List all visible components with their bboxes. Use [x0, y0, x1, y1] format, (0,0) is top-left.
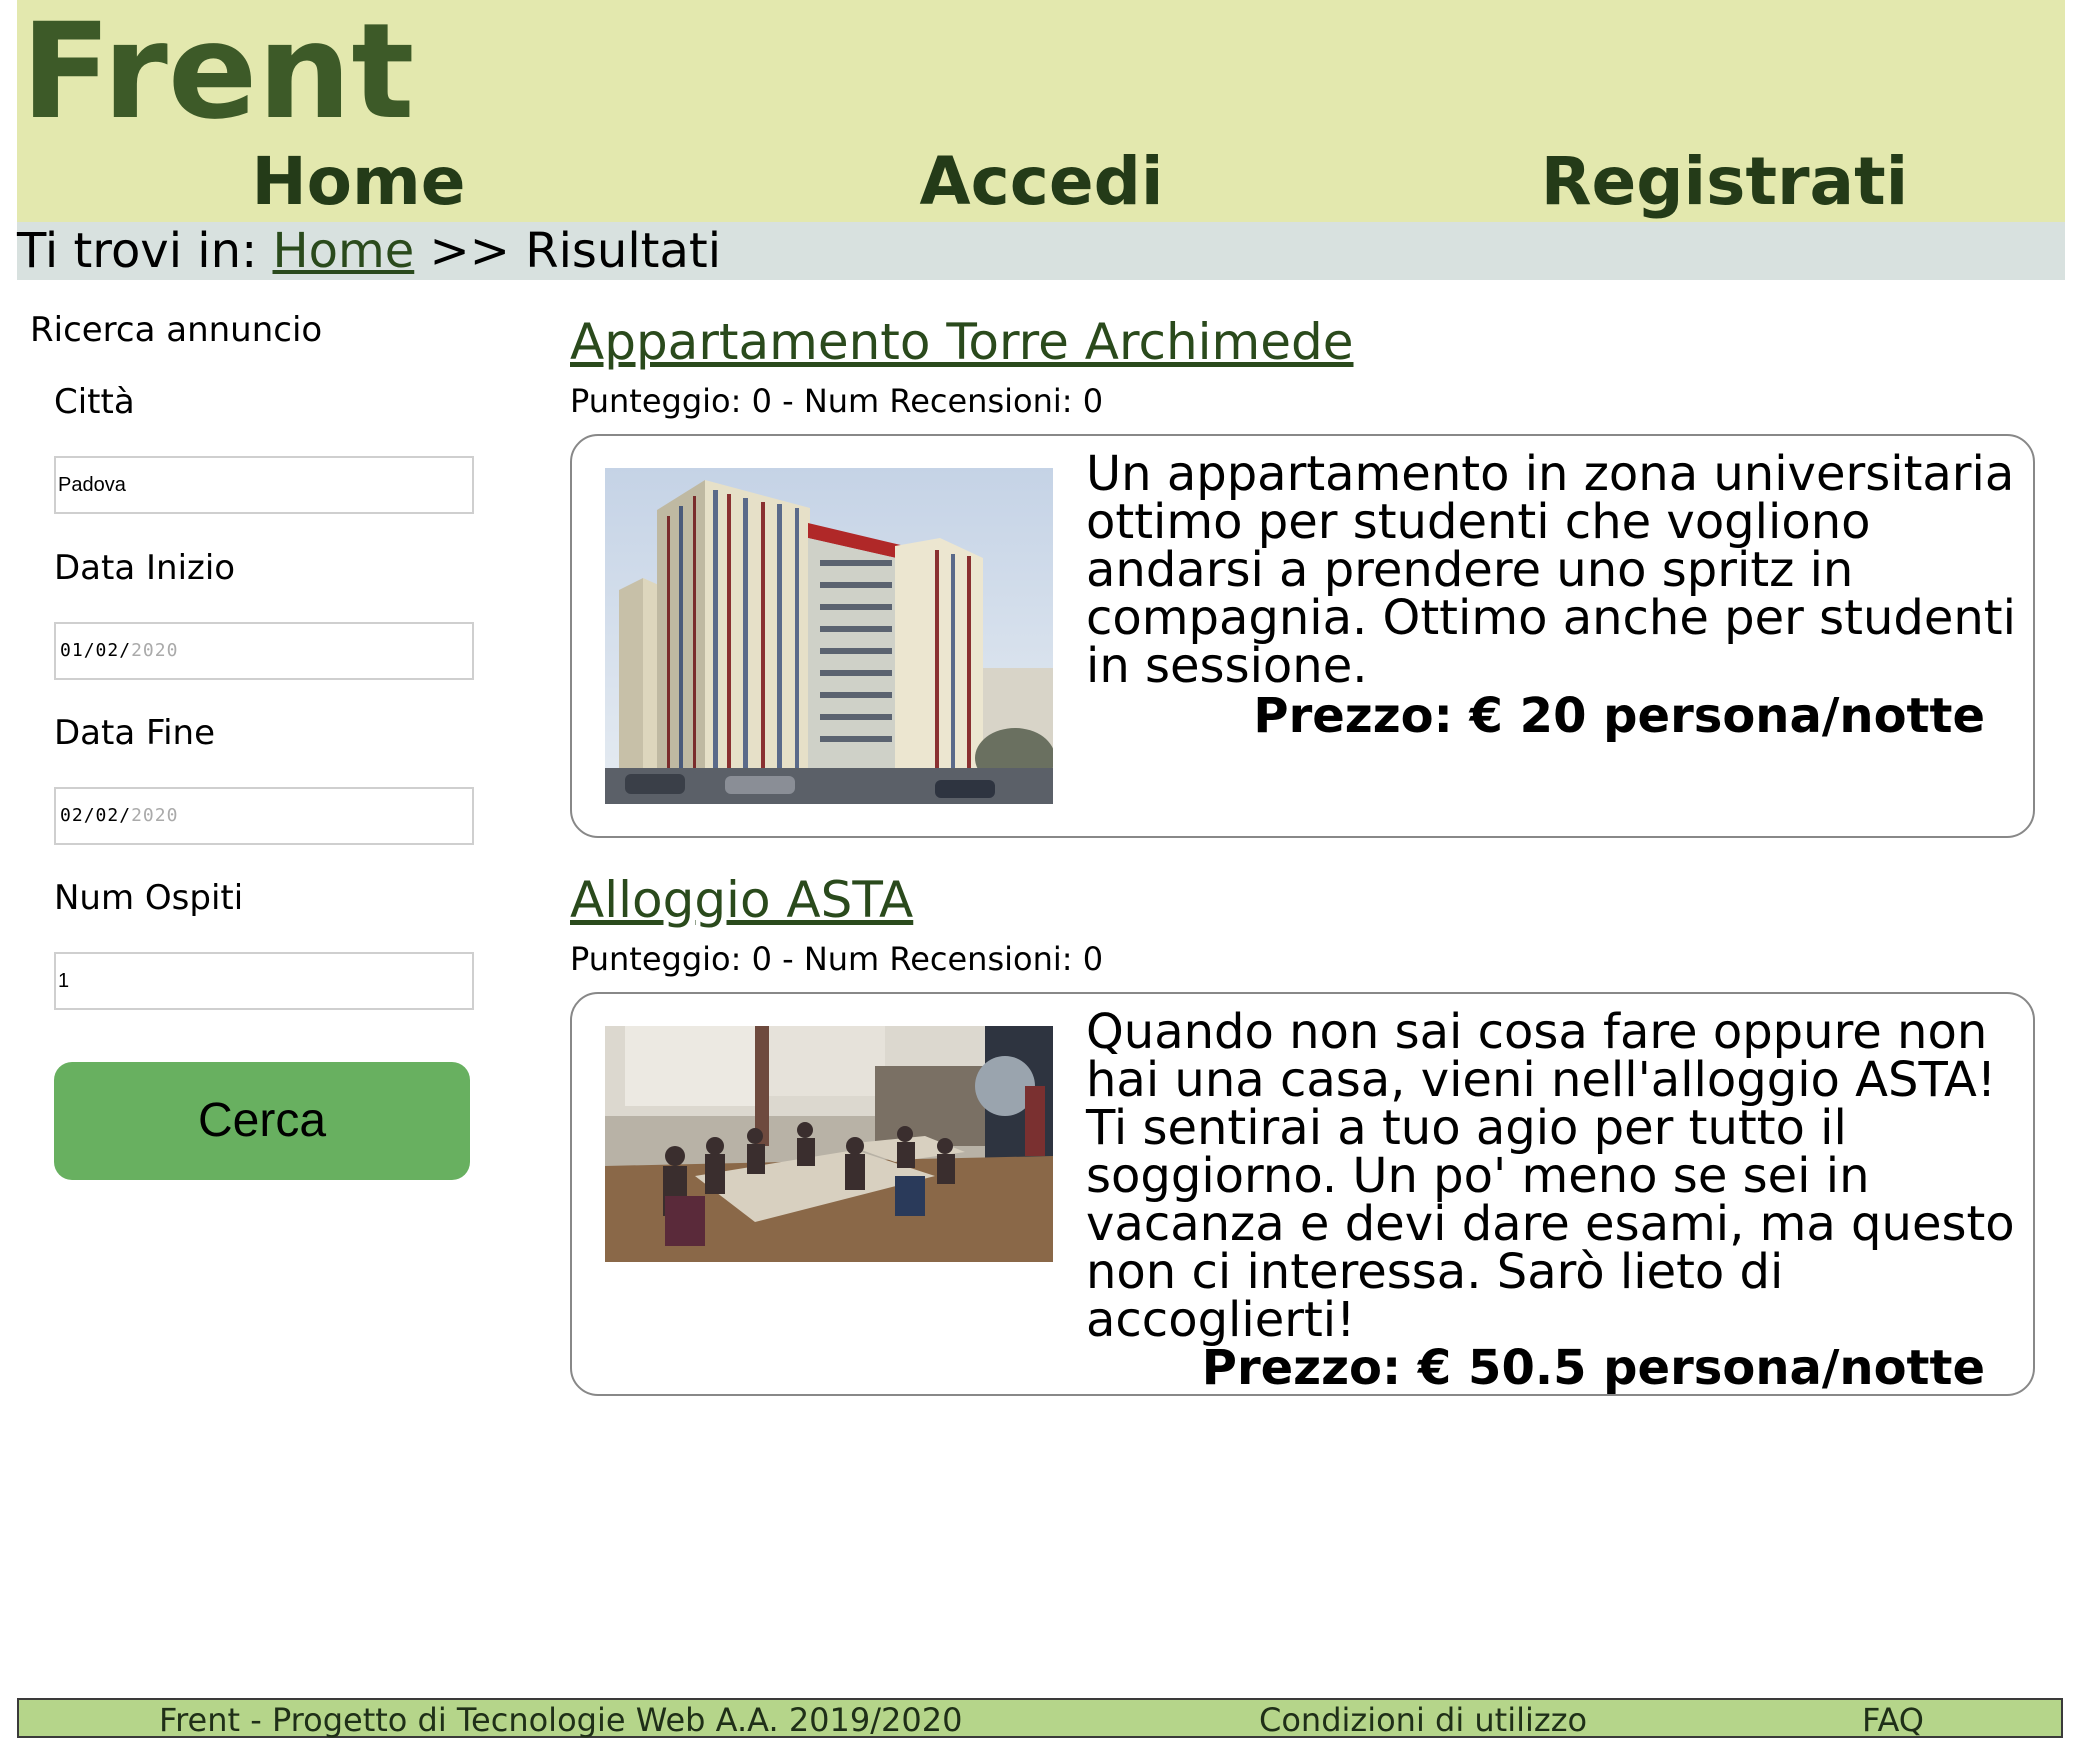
- footer-faq-link[interactable]: FAQ: [1862, 1704, 1924, 1736]
- listing-score: Punteggio: 0 - Num Recensioni: 0: [570, 940, 1104, 978]
- listing-description: Un appartamento in zona universitaria ot…: [1086, 446, 2016, 694]
- study-room-photo: [605, 1026, 1053, 1262]
- listing-title-link[interactable]: Appartamento Torre Archimede: [570, 312, 1354, 372]
- main-nav: Home Accedi Registrati: [17, 142, 2065, 222]
- end-day: 02: [60, 805, 84, 826]
- listing-card: Un appartamento in zona universitaria ot…: [570, 434, 2035, 838]
- nav-home-link[interactable]: Home: [17, 142, 700, 222]
- nav-register-link[interactable]: Registrati: [1383, 142, 2066, 222]
- end-date-label: Data Fine: [54, 713, 215, 753]
- end-year: 2020: [131, 805, 179, 826]
- listing-title-link[interactable]: Alloggio ASTA: [570, 870, 913, 930]
- footer-terms-link[interactable]: Condizioni di utilizzo: [1259, 1704, 1587, 1736]
- site-header: Frent Home Accedi Registrati: [17, 0, 2065, 222]
- start-year: 2020: [131, 640, 179, 661]
- city-input[interactable]: Padova: [54, 456, 474, 514]
- listing-photo[interactable]: [605, 468, 1053, 804]
- building-photo: [605, 468, 1053, 804]
- footer-project-text: Frent - Progetto di Tecnologie Web A.A. …: [159, 1701, 963, 1739]
- nav-login-link[interactable]: Accedi: [700, 142, 1383, 222]
- start-date-label: Data Inizio: [54, 548, 236, 588]
- breadcrumb-prefix: Ti trovi in:: [17, 223, 258, 279]
- city-label: Città: [54, 382, 135, 422]
- listing-score: Punteggio: 0 - Num Recensioni: 0: [570, 382, 1104, 420]
- listing-photo[interactable]: [605, 1026, 1053, 1262]
- breadcrumb-home-link[interactable]: Home: [273, 223, 415, 279]
- listing-price: Prezzo: € 20 persona/notte: [1253, 688, 1985, 744]
- breadcrumb-separator: >>: [429, 223, 510, 279]
- guests-input[interactable]: 1: [54, 952, 474, 1010]
- site-footer: Frent - Progetto di Tecnologie Web A.A. …: [17, 1698, 2063, 1738]
- breadcrumb: Ti trovi in: Home >> Risultati: [17, 222, 2065, 280]
- breadcrumb-current: Risultati: [525, 223, 722, 279]
- end-month: 02: [95, 805, 120, 826]
- search-title: Ricerca annuncio: [30, 310, 323, 350]
- start-month: 02: [95, 640, 120, 661]
- listing-description: Quando non sai cosa fare oppure non hai …: [1086, 1004, 2015, 1348]
- start-day: 01: [60, 640, 84, 661]
- site-logo[interactable]: Frent: [21, 6, 414, 138]
- listing-card: Quando non sai cosa fare oppure non hai …: [570, 992, 2035, 1396]
- start-date-input[interactable]: 01/02/2020: [54, 622, 474, 680]
- guests-label: Num Ospiti: [54, 878, 244, 918]
- listing-price: Prezzo: € 50.5 persona/notte: [1201, 1340, 1985, 1396]
- end-date-input[interactable]: 02/02/2020: [54, 787, 474, 845]
- search-button[interactable]: Cerca: [54, 1062, 470, 1180]
